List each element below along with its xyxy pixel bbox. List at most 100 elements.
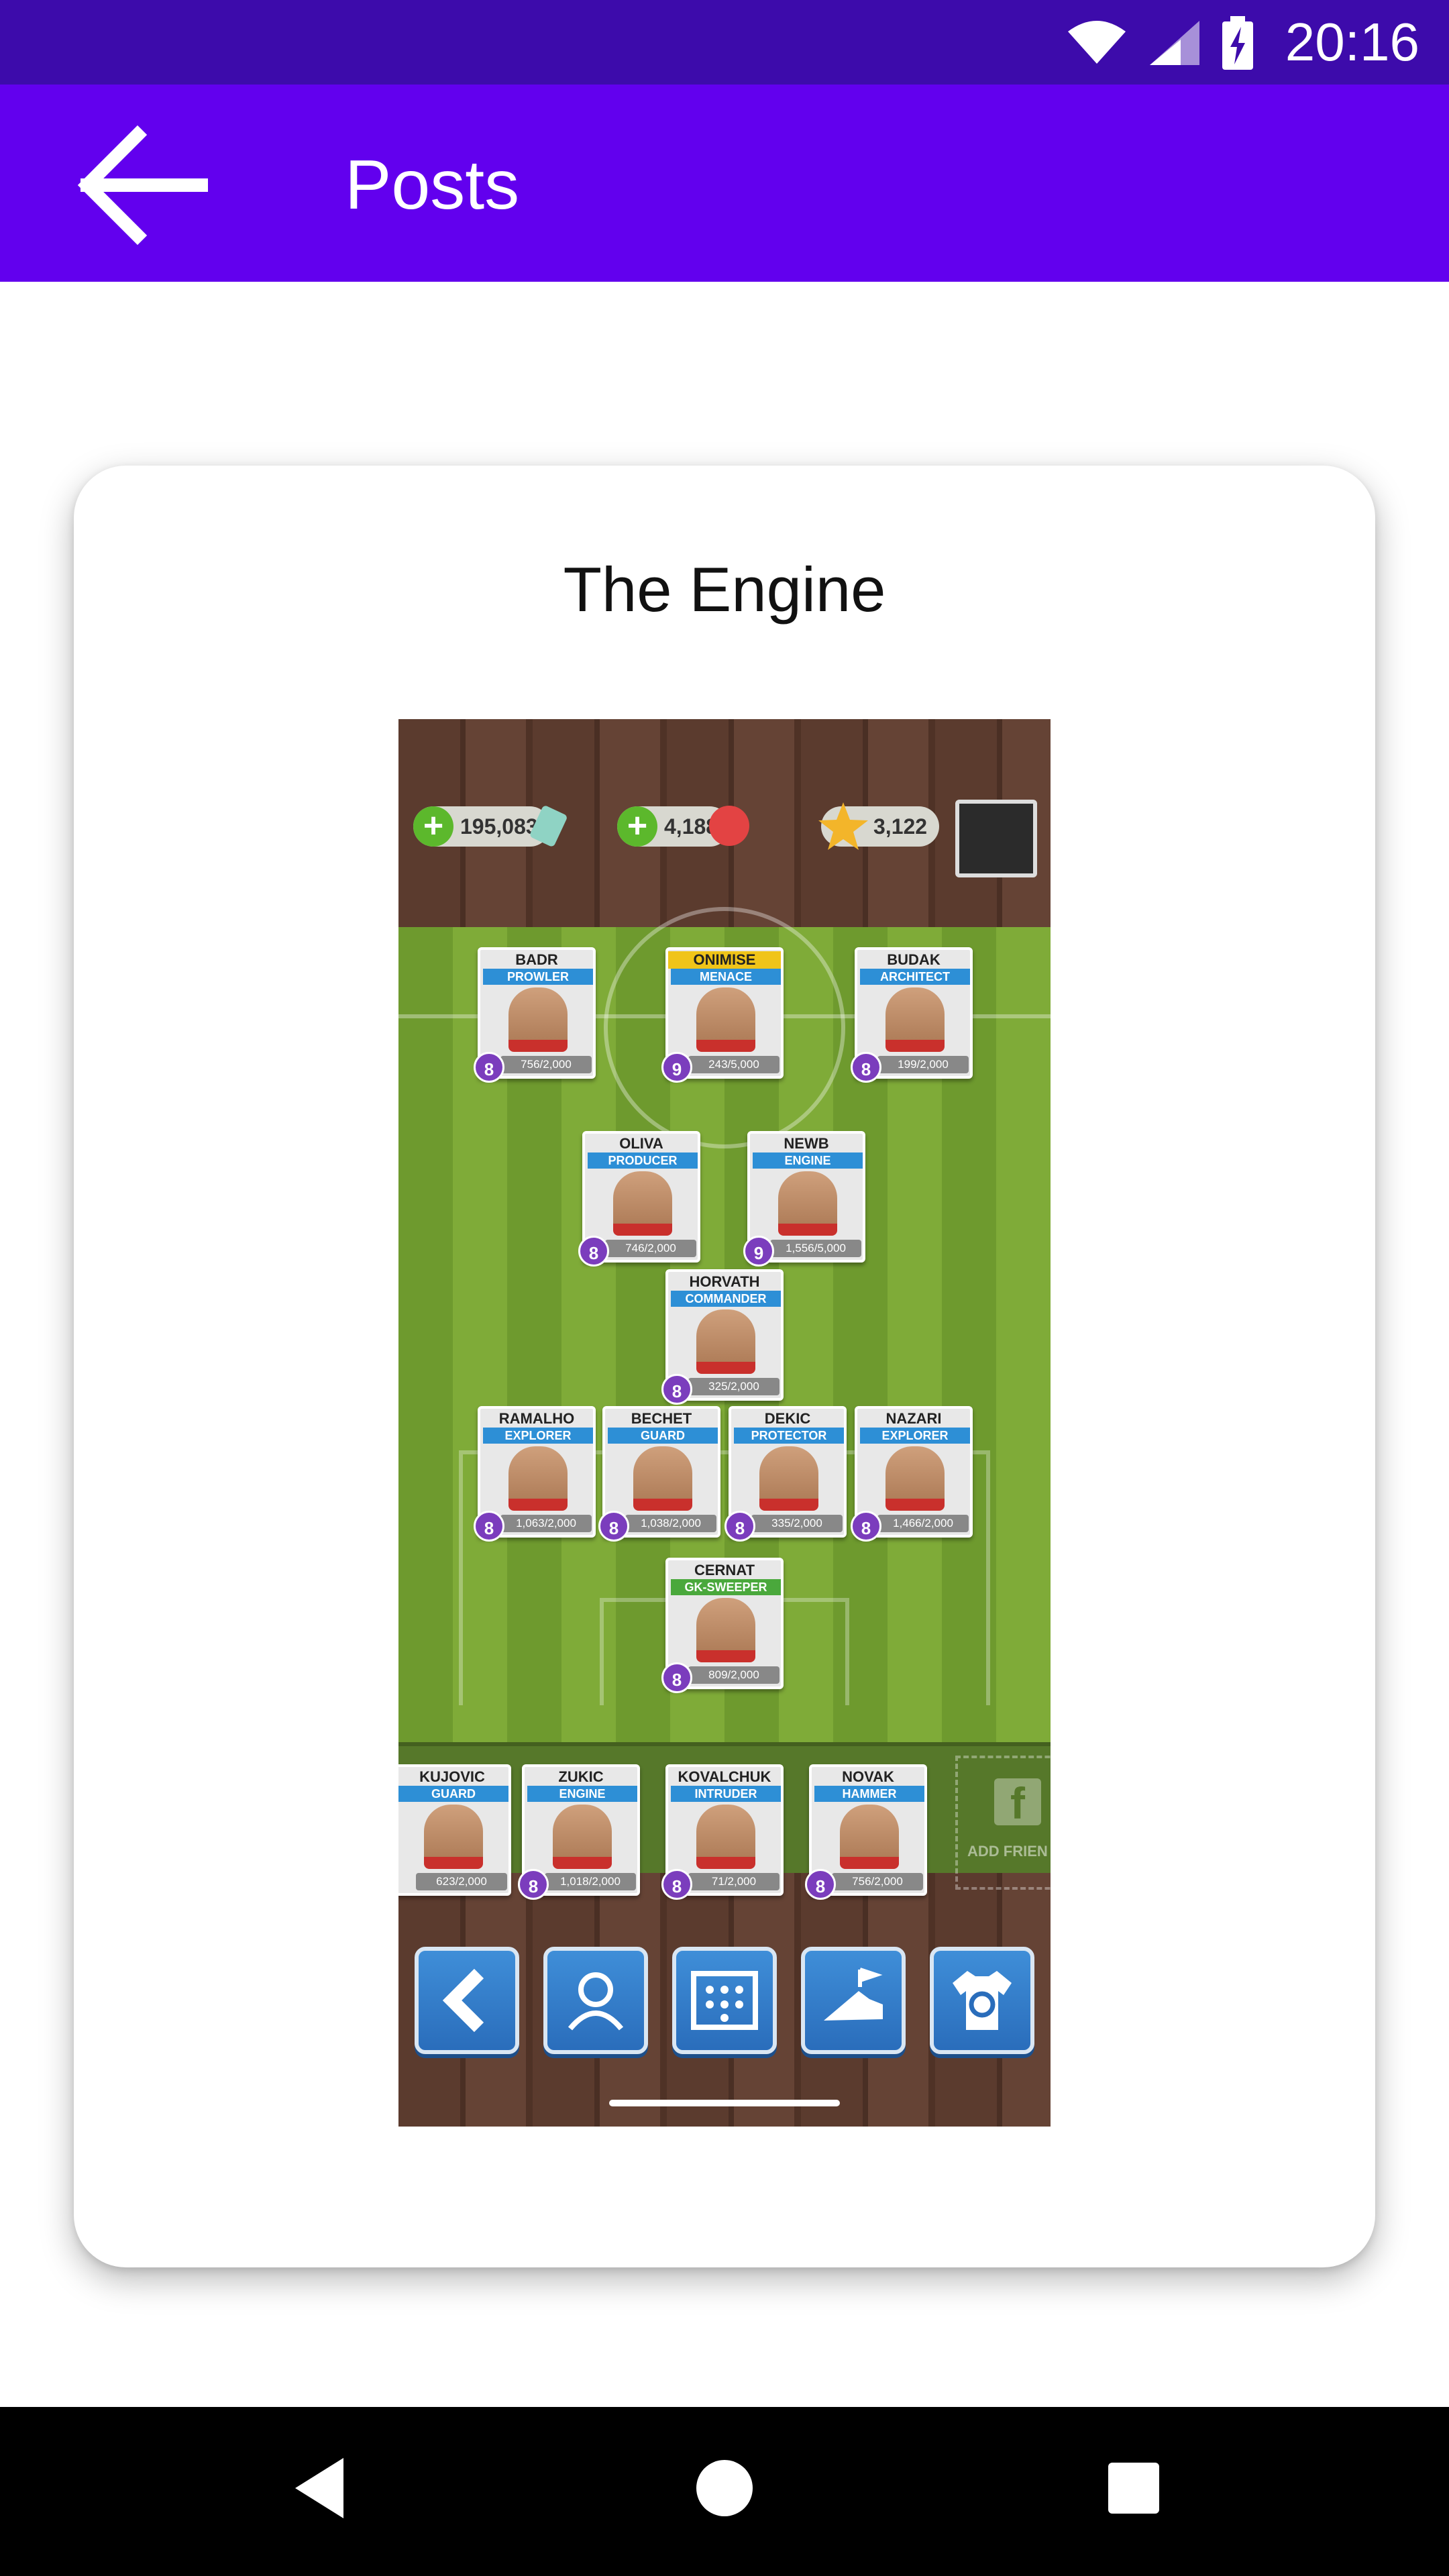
player-card[interactable]: HORVATH COMMANDER 325/2,000 8 [661, 1269, 784, 1405]
player-card[interactable]: OLIVA PRODUCER 746/2,000 8 [578, 1131, 700, 1267]
player-avatar [508, 987, 568, 1052]
post-title: The Engine [563, 554, 886, 625]
add-friend-slot[interactable]: f ADD FRIEN [955, 1756, 1051, 1890]
home-indicator [609, 2100, 840, 2106]
team-button[interactable] [543, 1947, 648, 2054]
arrow-back-icon[interactable] [74, 121, 208, 249]
player-xp: 746/2,000 [605, 1240, 696, 1257]
player-avatar [778, 1171, 837, 1236]
kit-button[interactable] [930, 1947, 1034, 2054]
currency-coins: + 195,083 [413, 806, 567, 847]
bench-player-card[interactable]: NOVAK HAMMER 756/2,000 8 [805, 1764, 927, 1900]
player-name: DEKIC [764, 1410, 811, 1427]
player-name: OLIVA [619, 1135, 663, 1152]
shirt-swap-icon [953, 1971, 1012, 2030]
player-card[interactable]: NAZARI EXPLORER 1,466/2,000 8 [851, 1406, 973, 1542]
player-role: MENACE [671, 969, 781, 985]
group-icon [568, 1972, 624, 2031]
formation-button[interactable] [672, 1947, 777, 2054]
player-name: ZUKIC [558, 1768, 604, 1785]
currency-stars: 3,122 [818, 802, 940, 850]
status-icons [1067, 16, 1254, 70]
player-name: BECHET [631, 1410, 692, 1427]
player-level: 8 [805, 1869, 836, 1900]
player-avatar [885, 987, 945, 1052]
currency-gems: + 4,188 [617, 806, 750, 847]
player-level: 8 [578, 1236, 609, 1267]
bench-player-card[interactable]: KOVALCHUK INTRUDER 71/2,000 8 [661, 1764, 784, 1900]
player-xp: 1,063/2,000 [500, 1515, 592, 1532]
boot-icon [824, 1968, 883, 2021]
game-back-button[interactable] [415, 1947, 519, 2054]
bench-player-card[interactable]: ZUKIC ENGINE 1,018/2,000 8 [518, 1764, 640, 1900]
player-role: INTRUDER [671, 1786, 781, 1802]
player-level: 8 [661, 1662, 692, 1693]
player-xp: 809/2,000 [688, 1666, 780, 1684]
player-level: 8 [474, 1511, 504, 1542]
nav-back-icon[interactable] [288, 2451, 356, 2525]
player-xp: 325/2,000 [688, 1378, 780, 1395]
player-xp: 199/2,000 [877, 1056, 969, 1073]
player-xp: 756/2,000 [500, 1056, 592, 1073]
player-role: COMMANDER [671, 1291, 781, 1307]
training-button[interactable] [801, 1947, 906, 2054]
player-name: HORVATH [689, 1273, 760, 1290]
player-xp: 335/2,000 [751, 1515, 843, 1532]
bench-player-card[interactable]: KUJOVIC GUARD 623/2,000 [398, 1764, 511, 1896]
formation-icon [691, 1971, 758, 2030]
player-role: GUARD [608, 1428, 718, 1444]
player-xp: 623/2,000 [416, 1873, 507, 1890]
player-name: NAZARI [885, 1410, 942, 1427]
player-card[interactable]: BADR PROWLER 756/2,000 8 [474, 947, 596, 1083]
player-avatar [696, 1598, 755, 1662]
player-avatar [613, 1171, 672, 1236]
player-level: 9 [743, 1236, 774, 1267]
page-title: Posts [345, 146, 520, 224]
ticket-icon [530, 806, 567, 847]
player-card[interactable]: NEWB ENGINE 1,556/5,000 9 [743, 1131, 865, 1267]
player-avatar [696, 1805, 755, 1869]
player-avatar [553, 1805, 612, 1869]
currency-value: 3,122 [873, 814, 928, 839]
battery-charging-icon [1222, 16, 1253, 70]
player-level: 8 [851, 1052, 881, 1083]
player-card[interactable]: BUDAK ARCHITECT 199/2,000 8 [851, 947, 973, 1083]
post-card[interactable]: The Engine + 195,083 + 4,188 3,122 BADR … [74, 466, 1375, 2267]
player-name: BUDAK [887, 951, 941, 968]
player-xp: 71/2,000 [688, 1873, 780, 1890]
player-xp: 243/5,000 [688, 1056, 780, 1073]
status-time: 20:16 [1285, 12, 1419, 72]
player-xp: 1,038/2,000 [625, 1515, 716, 1532]
player-avatar [759, 1446, 818, 1511]
player-xp: 1,556/5,000 [770, 1240, 861, 1257]
player-level: 9 [661, 1052, 692, 1083]
player-name: NOVAK [842, 1768, 894, 1785]
player-xp: 1,466/2,000 [877, 1515, 969, 1532]
player-level: 8 [474, 1052, 504, 1083]
player-role: ENGINE [527, 1786, 637, 1802]
player-role: ARCHITECT [860, 969, 970, 985]
player-card[interactable]: BECHET GUARD 1,038/2,000 8 [598, 1406, 720, 1542]
player-level: 8 [851, 1511, 881, 1542]
player-name: KUJOVIC [419, 1768, 485, 1785]
status-bar: 20:16 [0, 0, 1449, 85]
plus-icon: + [617, 806, 657, 847]
player-level: 8 [724, 1511, 755, 1542]
red-gem-icon [709, 806, 750, 846]
player-role: GK-SWEEPER [671, 1579, 781, 1595]
nav-home-icon[interactable] [691, 2451, 758, 2525]
player-xp: 1,018/2,000 [545, 1873, 636, 1890]
player-card[interactable]: CERNAT GK-SWEEPER 809/2,000 8 [661, 1558, 784, 1693]
player-avatar [696, 1309, 755, 1374]
player-card[interactable]: RAMALHO EXPLORER 1,063/2,000 8 [474, 1406, 596, 1542]
player-card[interactable]: DEKIC PROTECTOR 335/2,000 8 [724, 1406, 847, 1542]
player-role: EXPLORER [860, 1428, 970, 1444]
profile-badge[interactable] [955, 800, 1037, 877]
nav-recents-icon[interactable] [1100, 2451, 1167, 2525]
player-level: 8 [661, 1374, 692, 1405]
player-role: EXPLORER [483, 1428, 593, 1444]
player-role: ENGINE [753, 1152, 863, 1169]
player-card[interactable]: ONIMISE MENACE 243/5,000 9 [661, 947, 784, 1083]
app-bar: Posts [0, 85, 1449, 282]
player-xp: 756/2,000 [832, 1873, 923, 1890]
